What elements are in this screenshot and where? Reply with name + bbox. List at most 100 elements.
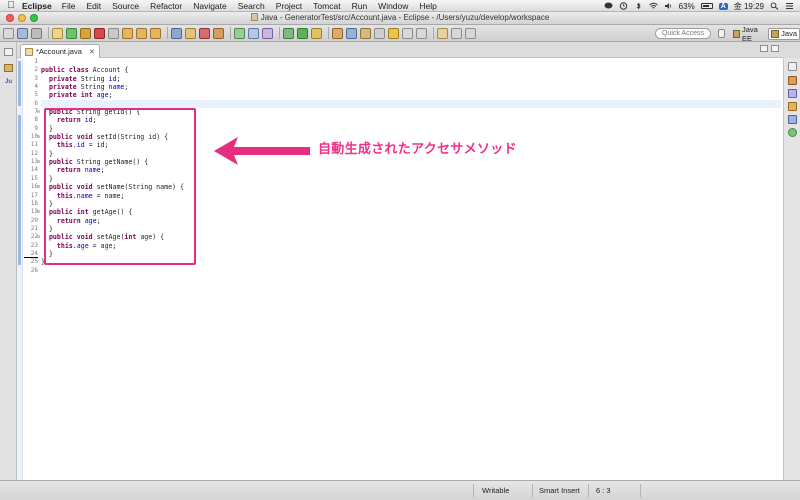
code-line[interactable]: 22 ⊖ public void setAge(int age) { — [31, 233, 781, 241]
menu-refactor[interactable]: Refactor — [150, 1, 182, 11]
save-icon[interactable] — [17, 27, 28, 39]
tomcat-restart-icon[interactable] — [213, 27, 224, 39]
editor-tab-account-java[interactable]: *Account.java ✕ — [20, 44, 100, 58]
search-icon[interactable] — [360, 27, 371, 39]
open-web-browser-icon[interactable] — [346, 27, 357, 39]
new-java-package-icon[interactable] — [234, 27, 245, 39]
wifi-icon[interactable] — [648, 2, 658, 10]
menu-edit[interactable]: Edit — [86, 1, 101, 11]
spotlight-icon[interactable] — [770, 2, 779, 10]
open-perspective-icon[interactable] — [718, 29, 726, 38]
console-icon[interactable] — [788, 115, 797, 124]
menu-source[interactable]: Source — [112, 1, 139, 11]
code-line[interactable]: 7 ⊖ public String getId() { — [34, 108, 781, 116]
terminate-icon[interactable] — [94, 27, 105, 39]
chat-icon[interactable] — [604, 2, 613, 10]
skip-breakpoints-icon[interactable] — [52, 27, 63, 39]
code-line[interactable]: 13 ⊖ public String getName() { — [31, 158, 781, 166]
new-icon[interactable] — [3, 27, 14, 39]
app-menu[interactable]: Eclipse — [22, 1, 52, 11]
code-line[interactable]: 6 — [34, 99, 781, 109]
restore-right-icon[interactable] — [788, 62, 797, 71]
java-editor[interactable]: 1 2 public class Account {3 private String… — [17, 58, 783, 480]
code-line[interactable]: 24 } — [24, 250, 781, 259]
code-line[interactable]: 1 — [34, 58, 781, 66]
fold-toggle-icon[interactable]: ⊖ — [37, 158, 40, 166]
battery-icon[interactable] — [700, 3, 713, 9]
code-line[interactable]: 25} — [31, 258, 781, 266]
minimize-editor-icon[interactable] — [760, 45, 768, 52]
perspective-java[interactable]: Java — [768, 27, 800, 40]
menu-file[interactable]: File — [62, 1, 76, 11]
save-all-icon[interactable] — [31, 27, 42, 39]
code-line[interactable]: 3 private String id; — [34, 75, 781, 83]
fold-toggle-icon[interactable]: ⊖ — [37, 133, 40, 141]
new-java-class-icon[interactable] — [248, 27, 259, 39]
tomcat-stop-icon[interactable] — [199, 27, 210, 39]
resume-icon[interactable] — [66, 27, 77, 39]
run-icon[interactable] — [297, 27, 308, 39]
restore-icon[interactable] — [4, 48, 13, 56]
forward-icon[interactable] — [465, 27, 476, 39]
code-line[interactable]: 19 ⊖ public int getAge() { — [31, 208, 781, 216]
step-return-icon[interactable] — [150, 27, 161, 39]
close-tab-icon[interactable]: ✕ — [89, 48, 95, 56]
step-over-icon[interactable] — [136, 27, 147, 39]
time-machine-icon[interactable] — [619, 2, 628, 10]
menu-project[interactable]: Project — [276, 1, 302, 11]
code-line[interactable]: 26 — [31, 267, 781, 275]
code-line[interactable]: 18 } — [31, 200, 781, 208]
fold-toggle-icon[interactable]: ⊖ — [37, 233, 40, 241]
menu-help[interactable]: Help — [419, 1, 436, 11]
code-line[interactable]: 4 private String name; — [34, 83, 781, 91]
servers-icon[interactable] — [788, 128, 797, 137]
problems-icon[interactable] — [788, 102, 797, 111]
clock[interactable]: 金 19:29 — [734, 1, 764, 12]
apple-menu-icon[interactable]:  — [0, 0, 22, 11]
task-list-icon[interactable] — [788, 76, 797, 85]
menu-search[interactable]: Search — [238, 1, 265, 11]
open-type-icon[interactable] — [262, 27, 273, 39]
annotation-nav-icon[interactable] — [374, 27, 385, 39]
code-line[interactable]: 17 this.name = name; — [31, 192, 781, 200]
code-line[interactable]: 2 public class Account { — [34, 66, 781, 74]
code-line[interactable]: 21 } — [31, 225, 781, 233]
code-line[interactable]: 16 ⊖ public void setName(String name) { — [31, 183, 781, 191]
code-line[interactable]: 23 this.age = age; — [31, 242, 781, 250]
suspend-icon[interactable] — [80, 27, 91, 39]
menu-tomcat[interactable]: Tomcat — [313, 1, 340, 11]
volume-icon[interactable] — [664, 2, 673, 10]
package-explorer-icon[interactable] — [4, 64, 13, 72]
quick-access-field[interactable]: Quick Access — [655, 28, 711, 39]
code-area[interactable]: 1 2 public class Account {3 private String… — [24, 58, 781, 275]
menu-run[interactable]: Run — [352, 1, 368, 11]
code-line[interactable]: 8 return id; — [34, 116, 781, 124]
debug-icon[interactable] — [283, 27, 294, 39]
last-edit-location-icon[interactable] — [437, 27, 448, 39]
run-external-tools-icon[interactable] — [311, 27, 322, 39]
code-line[interactable]: 5 private int age; — [34, 91, 781, 99]
fold-toggle-icon[interactable]: ⊖ — [37, 183, 40, 191]
outline-icon[interactable] — [788, 89, 797, 98]
menu-window[interactable]: Window — [378, 1, 408, 11]
back-icon[interactable] — [451, 27, 462, 39]
input-source-badge[interactable]: A — [718, 2, 728, 10]
disconnect-icon[interactable] — [108, 27, 119, 39]
fold-toggle-icon[interactable]: ⊖ — [37, 208, 40, 216]
junit-icon[interactable]: Ju — [4, 78, 13, 86]
previous-annotation-icon[interactable] — [416, 27, 427, 39]
use-step-filters-icon[interactable] — [171, 27, 182, 39]
maximize-editor-icon[interactable] — [771, 45, 779, 52]
code-line[interactable]: 9 } — [34, 125, 781, 133]
next-annotation-icon[interactable] — [402, 27, 413, 39]
toggle-mark-occurrences-icon[interactable] — [388, 27, 399, 39]
bluetooth-icon[interactable] — [634, 2, 643, 10]
menu-navigate[interactable]: Navigate — [193, 1, 227, 11]
tomcat-start-icon[interactable] — [185, 27, 196, 39]
code-line[interactable]: 14 return name; — [31, 166, 781, 174]
code-line[interactable]: 15 } — [31, 175, 781, 183]
step-into-icon[interactable] — [122, 27, 133, 39]
code-line[interactable]: 20 return age; — [31, 217, 781, 225]
notification-center-icon[interactable] — [785, 2, 794, 10]
perspective-java-ee[interactable]: Java EE — [731, 25, 765, 43]
